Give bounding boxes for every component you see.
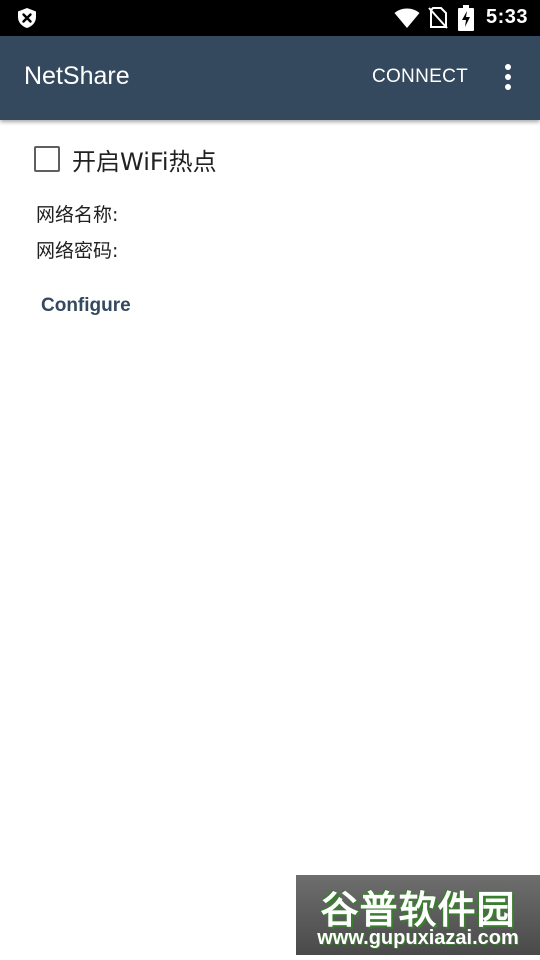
status-time: 5:33 <box>485 6 528 28</box>
wifi-icon <box>394 8 420 28</box>
status-bar: 5:33 <box>0 0 540 36</box>
configure-button[interactable]: Configure <box>41 295 131 317</box>
hotspot-checkbox-label: 开启WiFi热点 <box>72 148 217 176</box>
more-vert-icon[interactable] <box>498 64 518 92</box>
network-password-label: 网络密码: <box>36 240 119 262</box>
app-title: NetShare <box>24 62 130 90</box>
app-bar: NetShare CONNECT <box>0 36 540 120</box>
watermark: 谷普软件园 www.gupuxiazai.com <box>296 875 540 955</box>
battery-charging-icon <box>458 5 474 31</box>
network-name-label: 网络名称: <box>36 204 119 226</box>
hotspot-checkbox[interactable] <box>34 146 60 172</box>
shield-close-icon <box>18 8 36 28</box>
no-sim-icon <box>428 7 448 29</box>
connect-button[interactable]: CONNECT <box>372 66 468 88</box>
watermark-url: www.gupuxiazai.com <box>317 927 519 949</box>
watermark-title: 谷普软件园 <box>320 888 516 932</box>
